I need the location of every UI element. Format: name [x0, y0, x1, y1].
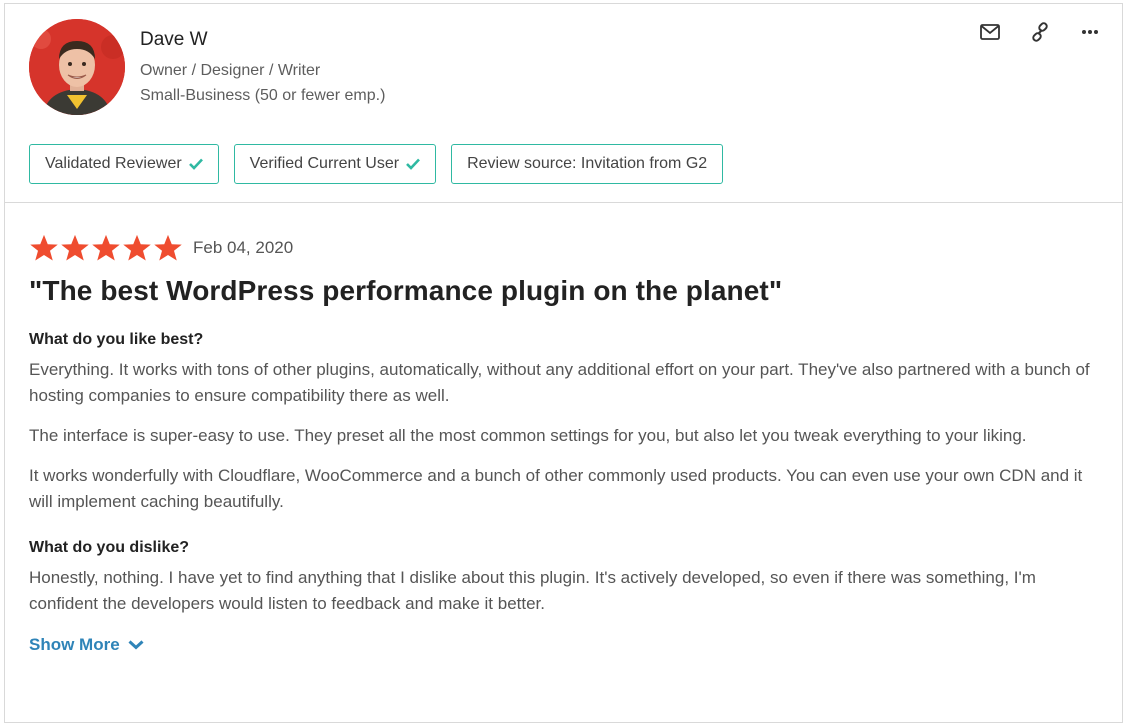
- show-more-button[interactable]: Show More: [29, 635, 144, 655]
- star-rating: [29, 233, 183, 263]
- like-paragraph: Everything. It works with tons of other …: [29, 360, 1090, 405]
- like-heading: What do you like best?: [29, 331, 204, 348]
- reviewer-name[interactable]: Dave W: [140, 29, 208, 51]
- star-icon: [123, 234, 151, 261]
- star-icon: [154, 234, 182, 261]
- chevron-down-icon: [128, 640, 144, 650]
- star-icon: [92, 234, 120, 261]
- review-card: Dave W Owner / Designer / Writer Small-B…: [4, 3, 1123, 723]
- badge-label: Verified Current User: [249, 155, 400, 172]
- badge-verified-current-user[interactable]: Verified Current User: [233, 144, 437, 184]
- link-icon[interactable]: [1028, 20, 1052, 44]
- dislike-paragraph: Honestly, nothing. I have yet to find an…: [29, 568, 1036, 613]
- reviewer-header: Dave W Owner / Designer / Writer Small-B…: [5, 4, 1122, 203]
- star-icon: [61, 234, 89, 261]
- avatar-image: [29, 19, 125, 115]
- check-icon: [188, 158, 203, 170]
- avatar[interactable]: [29, 19, 125, 115]
- badge-validated-reviewer[interactable]: Validated Reviewer: [29, 144, 219, 184]
- badge-review-source[interactable]: Review source: Invitation from G2: [451, 144, 724, 184]
- review-body: Feb 04, 2020 "The best WordPress perform…: [29, 233, 1099, 655]
- reviewer-badges: Validated Reviewer Verified Current User…: [29, 144, 724, 184]
- star-icon: [30, 234, 58, 261]
- dislike-heading: What do you dislike?: [29, 539, 190, 556]
- reviewer-company-size: Small-Business (50 or fewer emp.): [140, 87, 386, 104]
- badge-label: Review source: Invitation from G2: [467, 155, 708, 172]
- review-date: Feb 04, 2020: [193, 238, 294, 257]
- like-paragraph: The interface is super-easy to use. They…: [29, 426, 1027, 445]
- more-icon[interactable]: [1078, 20, 1102, 44]
- check-icon: [406, 158, 421, 170]
- reviewer-role: Owner / Designer / Writer: [140, 62, 321, 79]
- badge-label: Validated Reviewer: [45, 155, 182, 172]
- like-paragraph: It works wonderfully with Cloudflare, Wo…: [29, 466, 1083, 511]
- show-more-label: Show More: [29, 635, 120, 654]
- review-actions: [978, 20, 1102, 44]
- rating-row: Feb 04, 2020: [29, 233, 1099, 263]
- review-title: "The best WordPress performance plugin o…: [29, 275, 783, 306]
- mail-icon[interactable]: [978, 20, 1002, 44]
